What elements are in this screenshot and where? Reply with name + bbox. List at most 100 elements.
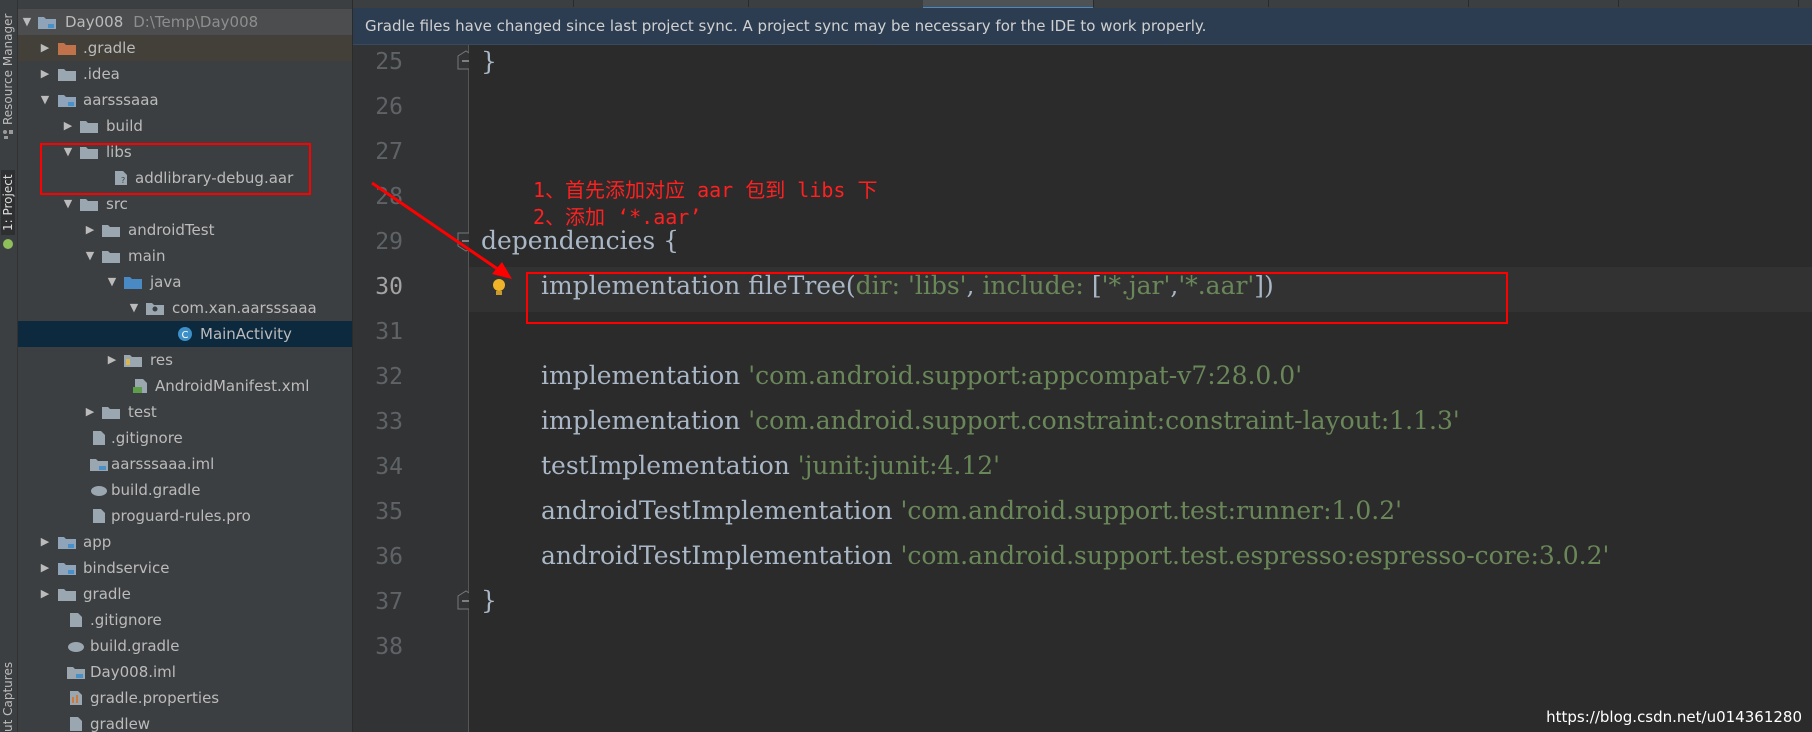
tree-item-package[interactable]: ▼ com.xan.aarsssaaa: [18, 295, 352, 321]
code-line-33: implementation 'com.android.support.cons…: [541, 406, 1460, 435]
editor-tab[interactable]: [1093, 0, 1269, 7]
line-number: 37: [375, 589, 403, 615]
project-tab[interactable]: 1: Project: [1, 170, 15, 235]
collapse-arrow-icon[interactable]: ▶: [84, 217, 96, 243]
collapse-arrow-icon[interactable]: ▶: [84, 399, 96, 425]
tree-item-label: build.gradle: [111, 481, 201, 499]
code-token: implementation: [541, 406, 749, 435]
file-icon: [93, 509, 105, 523]
collapse-arrow-icon[interactable]: ▶: [39, 61, 51, 87]
tree-item-label: java: [150, 273, 182, 291]
code-token: 'com.android.support.test:runner:1.0.2': [900, 496, 1403, 525]
annotation-step-2: 2、添加 ‘*.aar’: [533, 205, 702, 229]
tree-item-app[interactable]: ▶ app: [18, 529, 352, 555]
expand-arrow-icon[interactable]: ▼: [84, 243, 96, 269]
project-tree[interactable]: ▼ Day008 D:\Temp\Day008 ▶ .gradle ▶ .idea…: [18, 0, 353, 732]
code-line-32: implementation 'com.android.support:appc…: [541, 361, 1302, 390]
folder-icon: [80, 121, 98, 133]
collapse-arrow-icon[interactable]: ▶: [39, 581, 51, 607]
captures-tab[interactable]: ut Captures: [1, 662, 15, 732]
line-number: 25: [375, 49, 403, 75]
tree-item-label: .idea: [83, 65, 120, 83]
module-folder-icon: [58, 563, 76, 575]
tree-item-label: main: [128, 247, 166, 265]
package-icon: [146, 303, 164, 315]
tree-item-androidtest[interactable]: ▶ androidTest: [18, 217, 352, 243]
tree-item-label: test: [128, 403, 157, 421]
collapse-arrow-icon[interactable]: ▶: [39, 35, 51, 61]
tree-item-proguard[interactable]: proguard-rules.pro: [18, 503, 352, 529]
expand-arrow-icon[interactable]: ▼: [39, 87, 51, 113]
tree-item-label: Day008: [65, 13, 124, 31]
expand-arrow-icon[interactable]: ▼: [21, 9, 33, 35]
tree-item-label: aarsssaaa: [83, 91, 159, 109]
line-number: 36: [375, 544, 403, 570]
tree-item-dot-gradle[interactable]: ▶ .gradle: [18, 35, 352, 61]
tree-item-gradle-properties[interactable]: gradle.properties: [18, 685, 352, 711]
tree-item-mainactivity[interactable]: C MainActivity: [18, 321, 352, 347]
expand-arrow-icon[interactable]: ▼: [128, 295, 140, 321]
tree-item-gitignore-root[interactable]: .gitignore: [18, 607, 352, 633]
tool-window-strip: Resource Manager 1: Project ut Captures: [0, 0, 18, 732]
code-token: 'junit:junit:4.12': [797, 451, 1001, 480]
tree-item-gradle[interactable]: ▶ gradle: [18, 581, 352, 607]
tree-item-build-gradle-module[interactable]: build.gradle: [18, 477, 352, 503]
editor-tab[interactable]: [573, 0, 749, 7]
res-folder-icon: [124, 355, 142, 367]
tree-item-java[interactable]: ▼ java: [18, 269, 352, 295]
collapse-arrow-icon[interactable]: ▶: [39, 555, 51, 581]
tree-item-label: gradlew: [90, 715, 151, 732]
libs-highlight-box: [40, 143, 311, 195]
iml-icon: [90, 459, 108, 471]
gradle-sync-notification: Gradle files have changed since last pro…: [353, 8, 1812, 45]
annotation-arrow-icon: [371, 181, 512, 279]
tree-item-label: res: [150, 351, 173, 369]
code-token: testImplementation: [541, 451, 798, 480]
editor-tab[interactable]: [1618, 0, 1799, 7]
tree-item-label: build: [106, 117, 143, 135]
folder-icon: [58, 69, 76, 81]
gradle-icon: [68, 642, 84, 652]
tree-item-bindservice[interactable]: ▶ bindservice: [18, 555, 352, 581]
tree-item-res[interactable]: ▶ res: [18, 347, 352, 373]
collapse-arrow-icon[interactable]: ▶: [106, 347, 118, 373]
editor-gutter: 25 26 27 28 29 30 31 32 33 34 35 36 37 3…: [353, 45, 475, 732]
code-line-37: }: [481, 586, 497, 615]
module-folder-icon: [58, 95, 76, 107]
tree-item-main[interactable]: ▼ main: [18, 243, 352, 269]
resource-manager-tab[interactable]: Resource Manager: [1, 14, 15, 125]
editor-tabs-bar[interactable]: [353, 0, 1812, 10]
tree-item-label: gradle.properties: [90, 689, 220, 707]
tree-item-manifest[interactable]: AndroidManifest.xml: [18, 373, 352, 399]
line-number: 33: [375, 409, 403, 435]
tree-item-aarsssaaa[interactable]: ▼ aarsssaaa: [18, 87, 352, 113]
tree-item-build[interactable]: ▶ build: [18, 113, 352, 139]
line-number: 27: [375, 139, 403, 165]
line-number: 26: [375, 94, 403, 120]
tree-item-gitignore-module[interactable]: .gitignore: [18, 425, 352, 451]
tree-item-iml-module[interactable]: aarsssaaa.iml: [18, 451, 352, 477]
collapse-arrow-icon[interactable]: ▶: [39, 529, 51, 555]
editor-tab[interactable]: [353, 0, 574, 7]
editor-tab[interactable]: [1468, 0, 1619, 7]
tree-item-day008[interactable]: ▼ Day008 D:\Temp\Day008: [18, 9, 352, 35]
line-number: 32: [375, 364, 403, 390]
tree-item-day008-iml[interactable]: Day008.iml: [18, 659, 352, 685]
editor-tab[interactable]: [1268, 0, 1469, 7]
tree-item-gradlew[interactable]: gradlew: [18, 711, 352, 732]
line-number: 38: [375, 634, 403, 660]
editor-tab[interactable]: [748, 0, 924, 7]
file-icon: [70, 613, 82, 627]
collapse-arrow-icon[interactable]: ▶: [62, 113, 74, 139]
tree-item-test[interactable]: ▶ test: [18, 399, 352, 425]
code-editor[interactable]: } dependencies { implementation fileTree…: [469, 45, 1812, 732]
line-number: 34: [375, 454, 403, 480]
code-token: 'com.android.support.constraint:constrai…: [748, 406, 1460, 435]
code-token: 'com.android.support:appcompat-v7:28.0.0…: [748, 361, 1303, 390]
line-number: 31: [375, 319, 403, 345]
tree-item-build-gradle-root[interactable]: build.gradle: [18, 633, 352, 659]
tree-item-idea[interactable]: ▶ .idea: [18, 61, 352, 87]
filetree-highlight-box: [526, 272, 1508, 324]
expand-arrow-icon[interactable]: ▼: [106, 269, 118, 295]
tree-item-label: AndroidManifest.xml: [155, 377, 310, 395]
